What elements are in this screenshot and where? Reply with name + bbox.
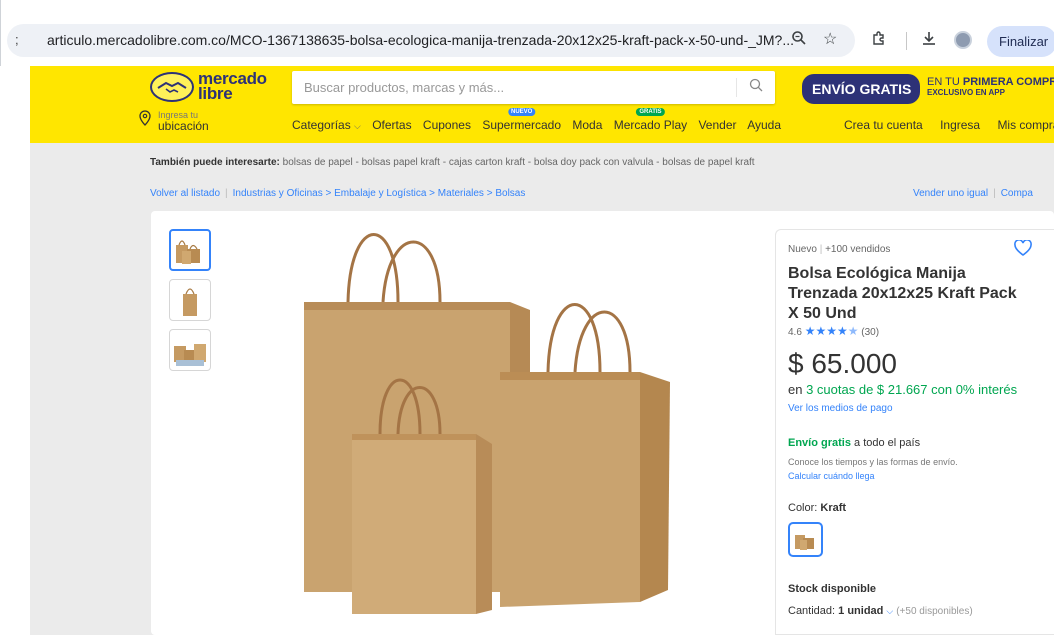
free-shipping-label: Envío gratis (788, 437, 851, 449)
rating-stars-icon: ★★★★★ (804, 324, 859, 338)
mis-compras-link[interactable]: Mis compras (997, 118, 1054, 132)
product-title: Bolsa Ecológica Manija Trenzada 20x12x25… (788, 265, 1017, 322)
breadcrumb-embalaje[interactable]: Embalaje y Logística (334, 188, 426, 199)
condition-sold: Nuevo | +100 vendidos (788, 244, 890, 255)
breadcrumb-sep: > (486, 188, 493, 199)
address-bar[interactable]: ; articulo.mercadolibre.com.co/MCO-13671… (7, 24, 855, 57)
stock-heading: Stock disponible (788, 583, 877, 595)
installments: en 3 cuotas de $ 21.667 con 0% interés (788, 382, 1017, 397)
product-main-image[interactable] (280, 222, 720, 632)
handshake-icon (150, 72, 194, 102)
installments-prefix: en (788, 382, 807, 397)
extensions-icon[interactable] (871, 30, 887, 52)
nav-mercado-play-label: Mercado Play (613, 118, 688, 132)
chevron-down-icon: ⌵ (886, 606, 894, 616)
related-links[interactable]: bolsas de papel - bolsas papel kraft - c… (283, 157, 755, 168)
heart-icon[interactable] (1014, 239, 1032, 262)
product-price: $ 65.000 (788, 348, 897, 379)
quantity-value: 1 unidad (838, 605, 884, 617)
compartir-link[interactable]: Compa (1001, 188, 1033, 199)
rating[interactable]: 4.6 ★★★★★ (30) (788, 324, 879, 338)
breadcrumb-materiales[interactable]: Materiales (438, 188, 484, 199)
related-label: También puede interesarte: (150, 157, 280, 168)
rating-count: (30) (861, 327, 880, 338)
toolbar-separator (906, 32, 907, 50)
nav-supermercado-label: Supermercado (482, 118, 562, 132)
nav-vender[interactable]: Vender (698, 118, 736, 132)
buy-box: Nuevo | +100 vendidos Bolsa Ecológica Ma… (775, 229, 1054, 635)
mercadolibre-logo[interactable]: mercado libre (150, 70, 270, 106)
color-swatch-kraft[interactable] (788, 522, 823, 557)
search-icon[interactable] (749, 78, 763, 96)
logo-text: mercado libre (198, 70, 267, 103)
payment-methods-link[interactable]: Ver los medios de pago (788, 403, 893, 414)
action-divider: | (993, 188, 996, 199)
browser-toolbar: ; articulo.mercadolibre.com.co/MCO-13671… (0, 0, 1054, 66)
color-value: Kraft (820, 502, 847, 514)
zoom-icon[interactable] (791, 30, 807, 52)
color-selector-label: Color: Kraft (788, 502, 846, 514)
ml-header: mercado libre Buscar productos, marcas y… (30, 66, 1054, 143)
sold-count: +100 vendidos (825, 244, 891, 255)
shipping-times-text: Conoce los tiempos y las formas de envío… (788, 457, 958, 467)
back-to-list-link[interactable]: Volver al listado (150, 188, 220, 199)
breadcrumb-divider: | (225, 188, 228, 199)
nav-moda[interactable]: Moda (572, 118, 602, 132)
thumbnail-3[interactable] (169, 329, 211, 371)
nav-supermercado[interactable]: NUEVO Supermercado (482, 108, 562, 132)
gratis-badge: GRATIS (636, 108, 665, 116)
quantity-selector[interactable]: Cantidad: 1 unidad ⌵ (+50 disponibles) (788, 605, 973, 617)
shipping-info: Envío gratis a todo el país (788, 437, 920, 449)
search-box[interactable]: Buscar productos, marcas y más... (292, 71, 775, 104)
nav-cupones[interactable]: Cupones (423, 118, 471, 132)
download-icon[interactable] (921, 30, 937, 52)
breadcrumb-bolsas[interactable]: Bolsas (495, 188, 525, 199)
promo-bold: PRIMERA COMPRA (962, 76, 1054, 88)
search-divider (736, 78, 737, 97)
location-pin-icon (138, 110, 152, 129)
logo-text-line2: libre (198, 84, 233, 103)
thumbnail-2[interactable] (169, 279, 211, 321)
location-line2: ubicación (158, 119, 209, 133)
nav-categorias[interactable]: Categorías ⌵ (292, 118, 361, 132)
breadcrumb-industrias[interactable]: Industrias y Oficinas (233, 188, 323, 199)
nav-ofertas[interactable]: Ofertas (372, 118, 411, 132)
color-label: Color: (788, 502, 821, 514)
installments-text: 3 cuotas de $ 21.667 con 0% interés (806, 382, 1018, 397)
nav-categorias-label: Categorías (292, 118, 351, 132)
nav-mercado-play[interactable]: GRATIS Mercado Play (613, 108, 688, 132)
primera-compra-promo[interactable]: EN TU PRIMERA COMPRA EXCLUSIVO EN APP (927, 76, 1054, 97)
seller-actions: Vender uno igual | Compa (913, 188, 1033, 199)
nav-ayuda[interactable]: Ayuda (747, 118, 781, 132)
address-url[interactable]: articulo.mercadolibre.com.co/MCO-1367138… (47, 32, 794, 48)
shipping-scope: a todo el país (850, 437, 921, 449)
rating-value: 4.6 (788, 327, 802, 338)
chevron-down-icon: ⌵ (354, 121, 361, 131)
breadcrumb-sep: > (325, 188, 332, 199)
search-input[interactable]: Buscar productos, marcas y más... (304, 80, 504, 95)
envio-gratis-banner[interactable]: ENVÍO GRATIS (802, 74, 920, 104)
promo-exclusive: EXCLUSIVO EN APP (927, 88, 1005, 97)
thumbnail-1[interactable] (169, 229, 211, 271)
condition-divider: | (819, 244, 823, 255)
address-lead-glyph: ; (15, 32, 19, 47)
quantity-label: Cantidad: (788, 605, 839, 617)
related-searches: También puede interesarte: bolsas de pap… (150, 157, 755, 168)
vender-igual-link[interactable]: Vender uno igual (913, 188, 988, 199)
nuevo-badge: NUEVO (508, 108, 536, 116)
crea-cuenta-link[interactable]: Crea tu cuenta (844, 118, 923, 132)
user-nav: Crea tu cuenta Ingresa Mis compras (830, 118, 1054, 132)
breadcrumb-sep: > (429, 188, 436, 199)
ingresa-link[interactable]: Ingresa (940, 118, 980, 132)
available-count: (+50 disponibles) (896, 606, 973, 617)
location-selector[interactable]: Ingresa tu ubicación (138, 110, 258, 134)
main-nav: Categorías ⌵ Ofertas Cupones NUEVO Superm… (292, 108, 789, 132)
breadcrumb: Volver al listado | Industrias y Oficinas … (150, 188, 525, 199)
condition-label: Nuevo (788, 244, 817, 255)
profile-avatar[interactable] (954, 31, 972, 49)
finalizar-button[interactable]: Finalizar (987, 26, 1054, 57)
calculate-arrival-link[interactable]: Calcular cuándo llega (788, 471, 875, 481)
bookmark-star-icon[interactable]: ☆ (823, 30, 837, 50)
promo-prefix: EN TU (927, 76, 963, 88)
